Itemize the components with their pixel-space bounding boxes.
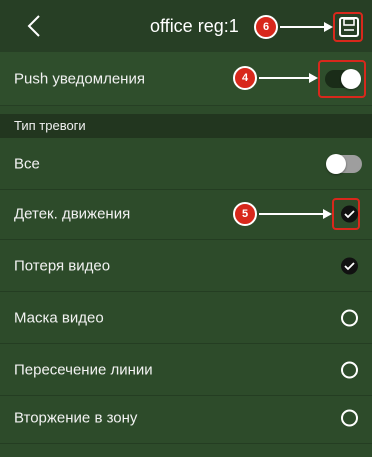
list-item-label: Пересечение линии (14, 361, 153, 378)
back-button[interactable] (20, 11, 48, 41)
list-item-label: Потеря видео (14, 257, 111, 274)
list-item-label: Детек. движения (14, 205, 131, 222)
callout-arrow-icon (280, 22, 333, 32)
zone-intrusion-check[interactable] (341, 409, 358, 426)
page-title: office reg:1 (150, 16, 239, 36)
toggle-knob (326, 153, 346, 174)
alarm-type-section: Тип тревоги (0, 114, 372, 138)
save-highlight-box (333, 12, 363, 42)
checkmark-icon (344, 261, 355, 270)
callout-badge: 4 (233, 66, 257, 90)
list-item-zone-intrusion[interactable]: Вторжение в зону (0, 392, 372, 444)
video-loss-check[interactable] (341, 257, 358, 274)
list-item-all[interactable]: Все (0, 138, 372, 190)
motion-check-highlight-box (332, 198, 360, 230)
callout-badge: 6 (254, 15, 278, 39)
push-toggle-highlight-box (318, 60, 366, 98)
callout-badge: 5 (233, 202, 257, 226)
callout-arrow-icon (259, 209, 332, 219)
list-item-label: Все (14, 155, 40, 172)
list-item-video-loss[interactable]: Потеря видео (0, 240, 372, 292)
callout-arrow-icon (259, 73, 318, 83)
video-mask-check[interactable] (341, 309, 358, 326)
list-item-video-mask[interactable]: Маска видео (0, 292, 372, 344)
line-crossing-check[interactable] (341, 361, 358, 378)
chevron-left-icon (27, 15, 40, 37)
push-notifications-label: Push уведомления (14, 70, 145, 87)
list-item-line-crossing[interactable]: Пересечение линии (0, 344, 372, 396)
list-item-label: Маска видео (14, 309, 104, 326)
all-toggle[interactable] (326, 153, 362, 174)
section-title: Тип тревоги (14, 118, 86, 133)
list-item-label: Вторжение в зону (14, 409, 138, 426)
